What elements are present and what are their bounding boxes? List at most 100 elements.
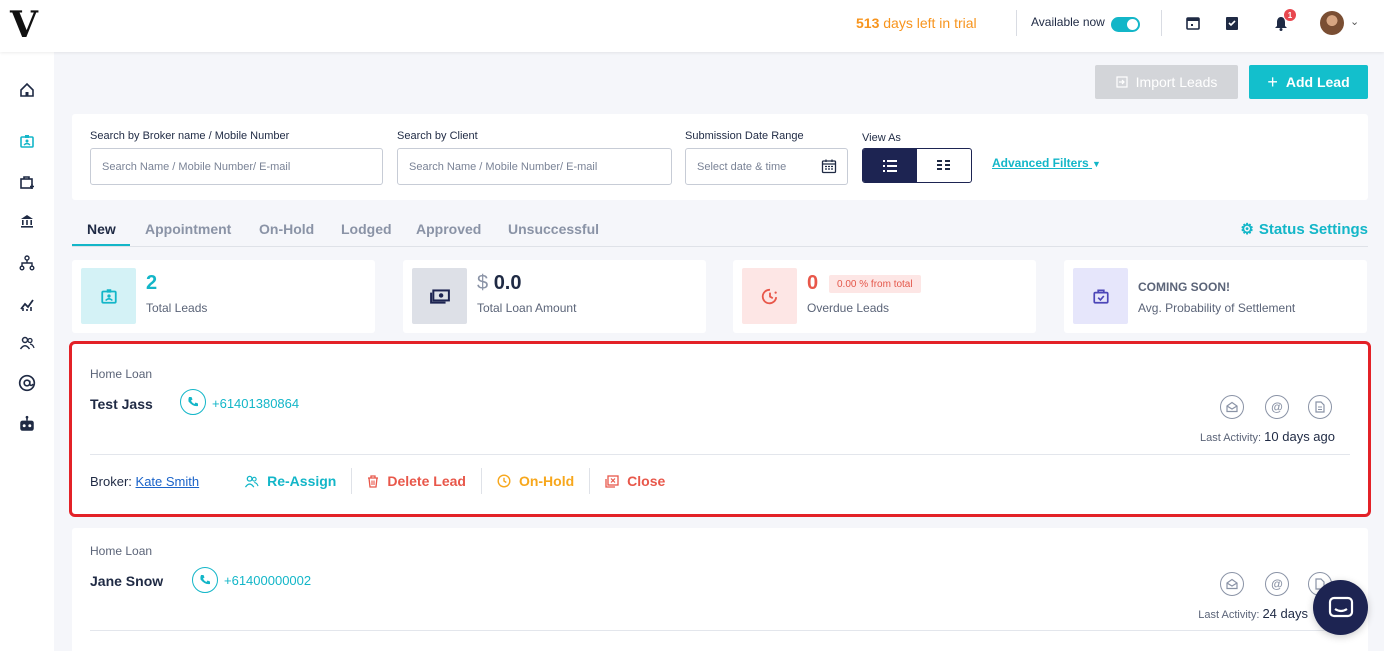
divider: [90, 630, 1350, 631]
tab-approved[interactable]: Approved: [416, 221, 481, 237]
home-icon[interactable]: [15, 78, 39, 102]
close-lead-button[interactable]: Close: [589, 468, 680, 494]
stat-total-leads: 2 Total Leads: [72, 260, 375, 333]
last-activity: Last Activity: 24 days: [1198, 606, 1308, 621]
last-activity-value: 10 days ago: [1264, 429, 1335, 444]
client-search-label: Search by Client: [397, 130, 478, 142]
on-hold-label: On-Hold: [518, 473, 575, 489]
trial-counter: 513 days left in trial: [856, 15, 977, 31]
trash-icon: [368, 474, 379, 488]
last-activity-label: Last Activity:: [1198, 609, 1260, 621]
cases-icon[interactable]: [15, 170, 39, 194]
import-icon: [1116, 76, 1128, 88]
chat-icon: [1328, 596, 1353, 617]
trial-days: 513: [856, 15, 880, 31]
tab-appointment[interactable]: Appointment: [145, 221, 231, 237]
chat-launcher-button[interactable]: [1313, 580, 1368, 635]
plus-icon: +: [1267, 71, 1278, 92]
tab-on-hold[interactable]: On-Hold: [259, 221, 314, 237]
lead-name[interactable]: Test Jass: [90, 396, 153, 412]
stat-label: Avg. Probability of Settlement: [1138, 301, 1296, 315]
app-logo[interactable]: V: [10, 4, 38, 46]
view-as-toggle: [862, 148, 972, 183]
on-hold-button[interactable]: On-Hold: [480, 468, 589, 494]
broker-search-label: Search by Broker name / Mobile Number: [90, 130, 290, 142]
clock-alert-icon: [742, 268, 797, 324]
notification-badge: 1: [1284, 9, 1296, 21]
last-activity-value: 24 days: [1262, 606, 1308, 621]
client-search-input[interactable]: Search Name / Mobile Number/ E-mail: [397, 148, 672, 185]
view-as-label: View As: [862, 132, 901, 144]
date-range-label: Submission Date Range: [685, 130, 804, 142]
phone-number[interactable]: +61401380864: [212, 396, 299, 411]
lead-card[interactable]: Home Loan Test Jass +61401380864 @ Last …: [69, 341, 1371, 517]
stat-amount: 0.0: [493, 272, 522, 294]
chevron-down-icon[interactable]: ⌄: [1350, 15, 1359, 28]
broker-link[interactable]: Kate Smith: [136, 474, 200, 489]
overdue-percent-badge: 0.00 % from total: [829, 275, 921, 293]
currency-symbol: $: [477, 272, 489, 294]
stat-value: COMING SOON!: [1138, 280, 1230, 294]
last-activity: Last Activity: 10 days ago: [1200, 429, 1335, 444]
calendar-icon: [821, 159, 837, 174]
analytics-icon[interactable]: [15, 292, 39, 316]
status-tabs: New Appointment On-Hold Lodged Approved …: [72, 218, 1368, 247]
leads-icon: [81, 268, 136, 324]
mail-icon[interactable]: [1220, 572, 1244, 596]
grid-view-button[interactable]: [917, 149, 971, 182]
availability-toggle[interactable]: [1111, 17, 1140, 32]
sidebar: [0, 52, 54, 651]
broker-info: Broker: Kate Smith: [90, 474, 199, 489]
at-sign-icon[interactable]: @: [1265, 395, 1289, 419]
add-lead-button[interactable]: + Add Lead: [1249, 65, 1368, 99]
delete-lead-label: Delete Lead: [387, 473, 466, 489]
trial-text: days left in trial: [883, 15, 977, 31]
status-settings-button[interactable]: ⚙ Status Settings: [1240, 220, 1368, 239]
bot-icon[interactable]: [15, 412, 39, 436]
money-icon: [412, 268, 467, 324]
tasks-icon[interactable]: [1221, 12, 1243, 34]
tab-new[interactable]: New: [87, 221, 116, 237]
briefcase-check-icon: [1073, 268, 1128, 324]
tab-lodged[interactable]: Lodged: [341, 221, 392, 237]
email-icon[interactable]: [15, 371, 39, 395]
list-view-button[interactable]: [863, 149, 917, 182]
stat-overdue-leads: 0 0.00 % from total Overdue Leads: [733, 260, 1036, 333]
bank-icon[interactable]: [15, 209, 39, 233]
status-settings-label: Status Settings: [1258, 220, 1368, 238]
list-icon: [883, 159, 897, 172]
phone-number[interactable]: +61400000002: [224, 573, 311, 588]
header-divider: [1016, 10, 1017, 36]
document-icon[interactable]: [1308, 395, 1332, 419]
users-icon[interactable]: [15, 331, 39, 355]
hierarchy-icon[interactable]: [15, 251, 39, 275]
lead-actions: Broker: Kate Smith Re-Assign Delete Lead…: [90, 468, 680, 494]
lead-name[interactable]: Jane Snow: [90, 573, 163, 589]
phone-icon[interactable]: [180, 389, 206, 415]
broker-label: Broker:: [90, 473, 132, 489]
lead-card[interactable]: Home Loan Jane Snow +61400000002 @ Last …: [72, 528, 1368, 651]
stat-value: $ 0.0: [477, 272, 522, 295]
stat-settlement-probability: COMING SOON! Avg. Probability of Settlem…: [1064, 260, 1367, 333]
stat-label: Overdue Leads: [807, 301, 890, 315]
filter-panel: Search by Broker name / Mobile Number Se…: [72, 114, 1368, 200]
clock-icon: [497, 474, 511, 488]
advanced-filters-link[interactable]: Advanced Filters ▼: [992, 156, 1101, 170]
leads-icon[interactable]: [15, 129, 39, 153]
header-divider: [1161, 10, 1162, 36]
avatar[interactable]: [1320, 11, 1344, 35]
availability-label: Available now: [1031, 15, 1105, 29]
stat-label: Total Loan Amount: [477, 301, 577, 315]
re-assign-label: Re-Assign: [267, 473, 337, 489]
import-leads-button[interactable]: Import Leads: [1095, 65, 1238, 99]
calendar-icon[interactable]: [1182, 12, 1204, 34]
mail-icon[interactable]: [1220, 395, 1244, 419]
tab-unsuccessful[interactable]: Unsuccessful: [508, 221, 599, 237]
gear-icon: ⚙: [1240, 221, 1254, 238]
date-range-input[interactable]: Select date & time: [685, 148, 848, 185]
delete-lead-button[interactable]: Delete Lead: [351, 468, 481, 494]
re-assign-button[interactable]: Re-Assign: [229, 468, 351, 494]
at-sign-icon[interactable]: @: [1265, 572, 1289, 596]
broker-search-input[interactable]: Search Name / Mobile Number/ E-mail: [90, 148, 383, 185]
phone-icon[interactable]: [192, 567, 218, 593]
